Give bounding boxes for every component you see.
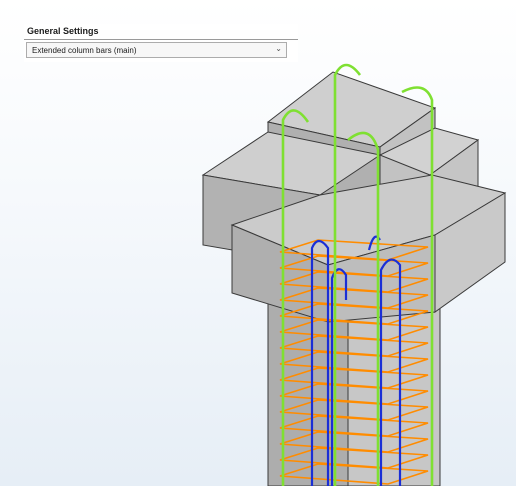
- panel-title: General Settings: [27, 26, 99, 36]
- chevron-down-icon: ⌄: [275, 44, 282, 53]
- divider: [24, 39, 298, 40]
- dropdown-value: Extended column bars (main): [32, 46, 137, 55]
- general-settings-panel: General Settings Extended column bars (m…: [24, 24, 298, 62]
- display-mode-dropdown[interactable]: Extended column bars (main) ⌄: [26, 42, 287, 58]
- 3d-viewport[interactable]: [0, 0, 516, 486]
